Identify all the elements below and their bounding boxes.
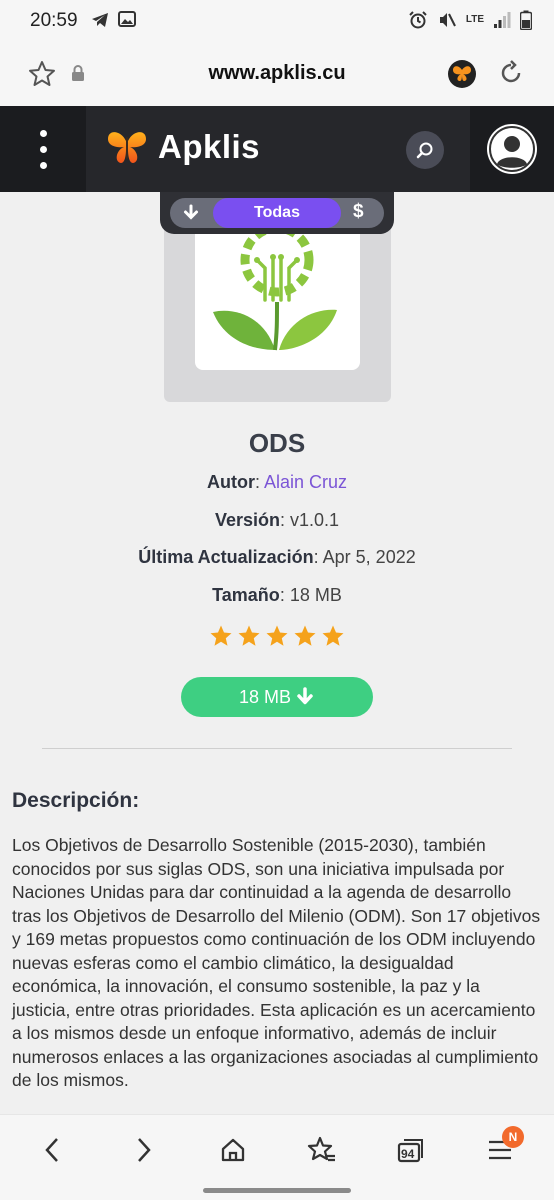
rating-stars [0,624,554,648]
mute-icon [439,13,456,27]
menu-dots-icon [39,129,47,137]
status-time: 20:59 [30,10,78,31]
star-icon [238,625,260,646]
logo[interactable]: Apklis [106,128,260,166]
version-value: v1.0.1 [290,510,340,530]
filter-all-tab[interactable]: Todas [213,198,341,228]
author-link[interactable]: Alain Cruz [264,472,347,492]
app-name: ODS [248,428,306,458]
app-icon [195,222,360,370]
network-type: LTE [465,14,484,25]
profile-button[interactable] [470,106,554,192]
butterfly-logo-icon [108,132,146,163]
reload-icon[interactable] [497,59,525,87]
updated-value: Apr 5, 2022 [322,547,416,567]
gallery-icon [118,11,136,27]
telegram-icon [92,13,108,27]
home-icon [221,1138,245,1162]
search-icon [416,142,433,159]
author-row: Autor: Alain Cruz [206,472,348,492]
menu-button[interactable] [0,106,86,192]
tab-count: 94 [401,1147,415,1161]
search-button[interactable] [406,131,444,169]
tabs-button[interactable]: 94 [391,1133,431,1167]
description-text: Los Objetivos de Desarrollo Sostenible (… [12,835,541,1090]
brand-name: Apklis [158,128,261,165]
divider [42,748,512,749]
app-header: Apklis [0,106,554,192]
download-arrow-icon [297,687,313,705]
bookmarks-star-icon [307,1136,335,1162]
updated-row: Última Actualización: Apr 5, 2022 [138,547,416,567]
signal-icon [494,12,511,28]
filter-tabs: Todas $ [160,192,394,234]
chevron-right-icon [138,1138,151,1162]
star-icon [266,625,288,646]
status-bar: 20:59 LTE [0,0,554,40]
alarm-icon [409,11,427,29]
browser-address-bar: www.apklis.cu [0,40,554,106]
chevron-left-icon [45,1138,58,1162]
star-icon [322,625,344,646]
size-value: 18 MB [289,585,342,605]
filter-paid-tab[interactable]: $ [353,201,364,223]
ods-app-icon [213,223,337,351]
version-row: Versión: v1.0.1 [214,510,340,530]
bookmarks-button[interactable] [302,1133,342,1167]
description-title: Descripción: [12,789,140,812]
user-icon [489,126,535,172]
apklis-extension-icon[interactable] [448,60,476,88]
download-size: 18 MB [238,686,292,707]
home-button[interactable] [213,1133,253,1167]
star-icon [294,625,316,646]
avatar [487,124,537,174]
size-row: Tamaño: 18 MB [212,585,342,605]
gesture-bar[interactable] [203,1188,351,1193]
download-button[interactable]: 18 MB [181,677,373,717]
forward-button[interactable] [124,1133,164,1167]
battery-icon [520,10,532,30]
free-filter-download-icon[interactable] [182,204,200,222]
star-icon [210,625,232,646]
menu-notification-badge: N [502,1126,524,1148]
back-button[interactable] [32,1133,72,1167]
